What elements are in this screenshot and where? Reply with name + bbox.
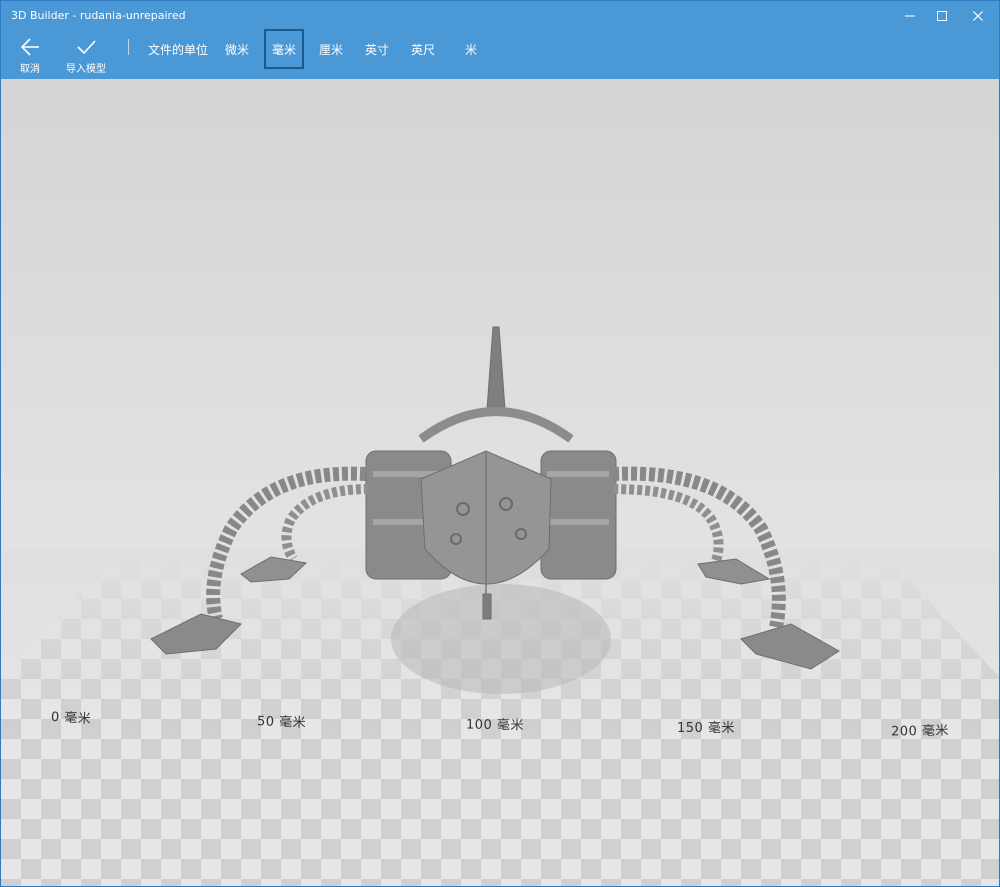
unit-option[interactable]: 米 (451, 31, 491, 67)
unit-option[interactable]: 厘米 (311, 31, 351, 67)
toolbar-divider (128, 39, 129, 55)
unit-option[interactable]: 毫米 (264, 29, 304, 69)
ruler-tick-label: 150 毫米 (677, 721, 735, 736)
unit-option[interactable]: 英寸 (357, 31, 397, 67)
ruler-tick-label: 100 毫米 (465, 717, 525, 734)
file-units-label: 文件的单位 (148, 43, 209, 57)
close-button[interactable] (955, 1, 999, 31)
cancel-button[interactable]: 取消 (3, 37, 57, 75)
cancel-label: 取消 (20, 64, 40, 75)
close-icon (973, 11, 983, 21)
title-bar: 3D Builder - rudania-unrepaired (1, 1, 999, 31)
import-model-label: 导入模型 (66, 64, 106, 75)
app-window: 3D Builder - rudania-unrepaired 取消 导入模型 … (0, 0, 1000, 887)
import-toolbar: 取消 导入模型 文件的单位 微米 毫米 厘米 英寸 英尺米 (1, 29, 999, 79)
scene-canvas (1, 326, 999, 886)
ruler-tick-label: 50 毫米 (256, 714, 307, 731)
ruler-tick-label: 0 毫米 (50, 709, 92, 728)
minimize-icon (905, 15, 915, 17)
ruler-tick-label: 200 毫米 (890, 723, 950, 740)
unit-option[interactable]: 英尺 (403, 31, 443, 67)
model-shadow (391, 584, 611, 694)
unit-option[interactable]: 微米 (217, 31, 257, 67)
checkmark-icon (77, 40, 96, 55)
window-title: 3D Builder - rudania-unrepaired (11, 9, 186, 22)
arrow-left-icon (20, 38, 39, 56)
import-model-button[interactable]: 导入模型 (59, 37, 113, 75)
3d-viewport[interactable]: 0 毫米 50 毫米 100 毫米 150 毫米 200 毫米 (1, 79, 999, 886)
maximize-icon (937, 11, 947, 21)
